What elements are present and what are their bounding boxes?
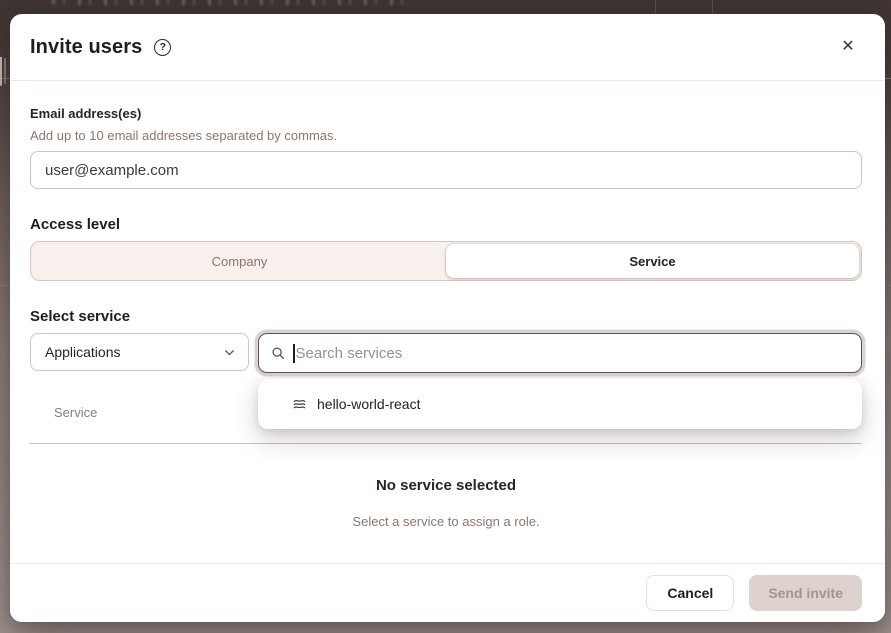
background-topbar-text-fragment [52, 0, 412, 5]
send-invite-button[interactable]: Send invite [749, 575, 862, 611]
access-level-segmented-control: Company Service [30, 241, 862, 281]
search-icon [271, 346, 285, 360]
email-field[interactable] [30, 151, 862, 189]
text-cursor [293, 344, 295, 363]
email-label: Email address(es) [30, 106, 862, 121]
dialog-footer: Cancel Send invite [10, 563, 885, 622]
access-level-option-company[interactable]: Company [33, 244, 446, 278]
cancel-button[interactable]: Cancel [646, 575, 734, 611]
search-input[interactable]: Search services [258, 333, 862, 373]
background-topbar-separator [655, 0, 656, 14]
chevron-down-icon [223, 346, 236, 359]
service-result-name: hello-world-react [317, 396, 420, 412]
close-icon[interactable]: ✕ [835, 34, 861, 60]
table-divider [30, 443, 862, 444]
access-level-label: Access level [30, 216, 862, 233]
service-type-select-value: Applications [45, 344, 121, 360]
service-filter-row: Applications Search services [30, 333, 862, 373]
service-type-select[interactable]: Applications [30, 333, 249, 371]
help-icon[interactable]: ? [154, 39, 171, 56]
select-service-label: Select service [30, 308, 862, 325]
empty-state-subtitle: Select a service to assign a role. [30, 514, 862, 529]
empty-state: No service selected Select a service to … [30, 477, 862, 529]
dialog-header: Invite users ? ✕ [10, 14, 885, 81]
background-page-heading-fragment [4, 58, 6, 84]
service-stack-icon [292, 397, 307, 412]
background-topbar-separator [712, 0, 713, 14]
service-search-wrap: Search services hello-world-react [258, 333, 862, 373]
dialog-body: Email address(es) Add up to 10 email add… [10, 81, 885, 529]
dialog-title: Invite users [30, 36, 142, 59]
empty-state-title: No service selected [30, 477, 862, 494]
service-result-item[interactable]: hello-world-react [274, 396, 846, 412]
invite-users-dialog: Invite users ? ✕ Email address(es) Add u… [10, 14, 885, 622]
access-level-option-service[interactable]: Service [446, 244, 859, 278]
search-placeholder: Search services [296, 345, 403, 362]
background-page-heading-fragment [0, 57, 2, 86]
email-hint: Add up to 10 email addresses separated b… [30, 128, 862, 143]
search-results-dropdown: hello-world-react [258, 379, 862, 429]
